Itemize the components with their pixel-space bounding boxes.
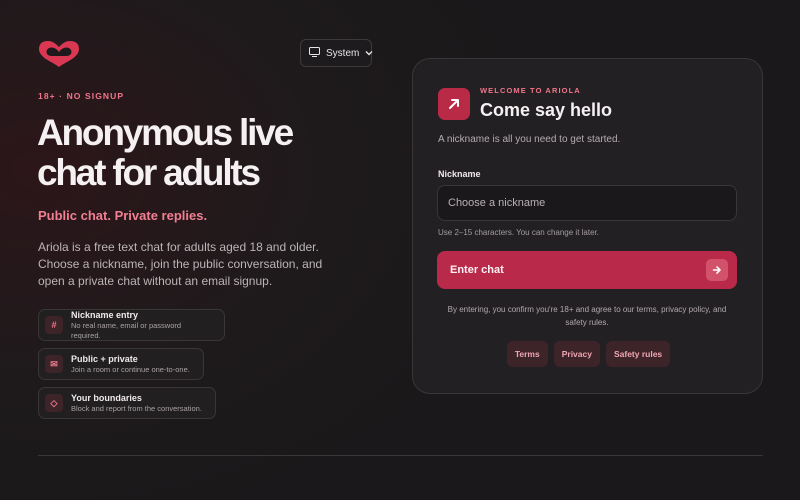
enter-chat-label: Enter chat	[450, 264, 504, 276]
diamond-icon: ◇	[45, 394, 63, 412]
footer-divider	[38, 455, 763, 456]
theme-select-value: System	[326, 47, 360, 59]
mail-icon: ✉	[45, 355, 63, 373]
feature-title: Your boundaries	[71, 392, 142, 403]
nickname-hint: Use 2–15 characters. You can change it l…	[438, 228, 599, 237]
feature-title: Nickname entry	[71, 309, 139, 320]
enter-chat-button[interactable]: Enter chat	[437, 251, 737, 289]
privacy-link[interactable]: Privacy	[553, 341, 600, 367]
feature-subtitle: Block and report from the conversation.	[71, 403, 202, 413]
card-title: Come say hello	[480, 100, 613, 120]
legal-links: Terms Privacy Safety rules	[413, 341, 764, 367]
chevron-down-icon	[365, 48, 373, 59]
feature-title: Public + private	[71, 353, 138, 364]
card-eyebrow: WELCOME TO ARIOLA	[480, 86, 581, 95]
welcome-card: WELCOME TO ARIOLA Come say hello A nickn…	[412, 58, 763, 394]
hero-tagline: Public chat. Private replies.	[38, 208, 208, 223]
hero-title: Anonymous live chat for adults	[37, 112, 294, 193]
hero-eyebrow: 18+ · NO SIGNUP	[38, 91, 125, 101]
theme-select[interactable]: System	[300, 39, 373, 67]
card-intro: A nickname is all you need to get starte…	[438, 134, 621, 145]
nickname-label: Nickname	[438, 169, 481, 179]
heart-chat-icon[interactable]	[37, 40, 81, 68]
terms-link[interactable]: Terms	[506, 341, 548, 367]
feature-subtitle: No real name, email or password required…	[71, 320, 182, 340]
monitor-icon	[309, 46, 320, 60]
hero-description: Ariola is a free text chat for adults ag…	[38, 240, 323, 289]
hash-icon: #	[45, 316, 63, 334]
arrow-right-icon	[706, 259, 728, 281]
feature-your-boundaries: ◇ Your boundaries Block and report from …	[38, 387, 216, 419]
consent-text: By entering, you confirm you're 18+ and …	[447, 305, 727, 327]
nickname-input[interactable]	[437, 185, 737, 221]
feature-nickname-entry: # Nickname entry No real name, email or …	[38, 309, 225, 341]
feature-subtitle: Join a room or continue one-to-one.	[71, 364, 190, 374]
safety-rules-link[interactable]: Safety rules	[605, 341, 671, 367]
arrow-up-right-icon	[438, 88, 470, 120]
feature-public-private: ✉ Public + private Join a room or contin…	[38, 348, 204, 380]
